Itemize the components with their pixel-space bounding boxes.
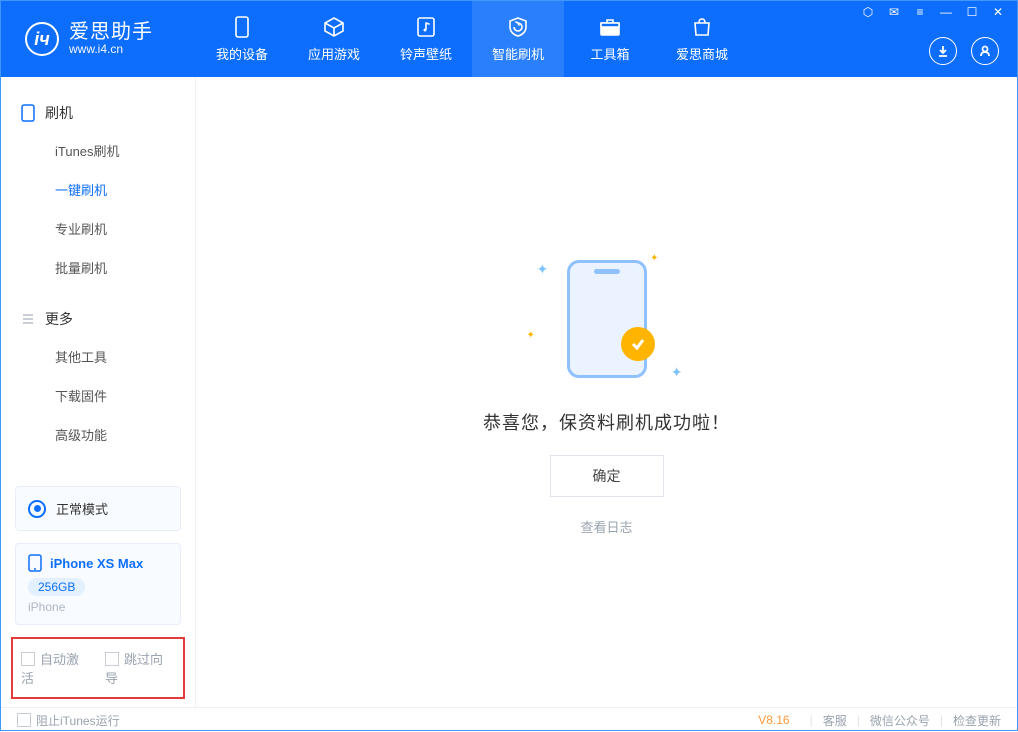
skip-guide-checkbox[interactable]: 跳过向导 (105, 649, 175, 687)
bag-icon (689, 16, 715, 38)
checkbox-icon (17, 713, 31, 727)
nav-tab-ringtones[interactable]: 铃声壁纸 (380, 1, 472, 77)
checkbox-icon (105, 652, 119, 666)
device-icon (229, 16, 255, 38)
maximize-button[interactable]: ☐ (963, 5, 981, 19)
nav-label: 我的设备 (216, 44, 268, 63)
status-bar: 阻止iTunes运行 V8.16 | 客服 | 微信公众号 | 检查更新 (1, 707, 1017, 732)
cube-icon (321, 16, 347, 38)
window-controls: ⬡ ✉ ≡ — ☐ ✕ (859, 1, 1007, 23)
sidebar-item-batch-flash[interactable]: 批量刷机 (1, 248, 195, 287)
logo-area: iч 爱思助手 www.i4.cn (1, 1, 196, 77)
version-label: V8.16 (758, 713, 789, 727)
device-info-card[interactable]: iPhone XS Max 256GB iPhone (15, 543, 181, 625)
nav-tab-apps-games[interactable]: 应用游戏 (288, 1, 380, 77)
phone-icon (28, 554, 42, 572)
list-icon (21, 312, 35, 326)
sidebar-group-label: 刷机 (45, 103, 73, 123)
options-highlight-box: 自动激活 跳过向导 (11, 637, 185, 699)
download-button[interactable] (929, 37, 957, 65)
minimize-button[interactable]: — (937, 5, 955, 19)
header-right-icons (929, 37, 999, 65)
device-type: iPhone (28, 600, 168, 614)
app-url: www.i4.cn (69, 43, 153, 56)
sidebar-item-itunes-flash[interactable]: iTunes刷机 (1, 131, 195, 170)
content-area: ✦ ✦ ✦ ✦ 恭喜您，保资料刷机成功啦！ 确定 查看日志 (196, 77, 1017, 707)
nav-tab-smart-flash[interactable]: 智能刷机 (472, 1, 564, 77)
sparkle-icon: ✦ (671, 364, 683, 381)
support-link[interactable]: 客服 (823, 712, 847, 729)
nav-tab-toolbox[interactable]: 工具箱 (564, 1, 656, 77)
app-header: iч 爱思助手 www.i4.cn 我的设备 应用游戏 铃声壁纸 智能刷机 工具… (1, 1, 1017, 77)
sparkle-icon: ✦ (527, 330, 535, 341)
sidebar-item-download-firmware[interactable]: 下载固件 (1, 376, 195, 415)
auto-activate-checkbox[interactable]: 自动激活 (21, 649, 91, 687)
success-illustration: ✦ ✦ ✦ ✦ (527, 249, 687, 389)
nav-label: 应用游戏 (308, 44, 360, 63)
device-status-card[interactable]: 正常模式 (15, 486, 181, 531)
sidebar-item-pro-flash[interactable]: 专业刷机 (1, 209, 195, 248)
phone-icon (21, 104, 35, 122)
sidebar-item-other-tools[interactable]: 其他工具 (1, 337, 195, 376)
app-logo-icon: iч (25, 22, 59, 56)
wechat-link[interactable]: 微信公众号 (870, 712, 930, 729)
check-update-link[interactable]: 检查更新 (953, 712, 1001, 729)
feedback-icon[interactable]: ✉ (885, 5, 903, 19)
close-button[interactable]: ✕ (989, 5, 1007, 19)
sidebar-item-oneclick-flash[interactable]: 一键刷机 (1, 170, 195, 209)
shirt-icon[interactable]: ⬡ (859, 5, 877, 19)
toolbox-icon (597, 16, 623, 38)
sidebar-group-more: 更多 (1, 301, 195, 337)
device-capacity: 256GB (28, 578, 85, 596)
nav-label: 工具箱 (590, 44, 629, 63)
success-check-icon (621, 327, 655, 361)
sidebar-group-flash: 刷机 (1, 95, 195, 131)
checkbox-icon (21, 652, 35, 666)
sparkle-icon: ✦ (650, 253, 658, 264)
success-message: 恭喜您，保资料刷机成功啦！ (483, 409, 730, 435)
device-name: iPhone XS Max (50, 556, 143, 571)
menu-icon[interactable]: ≡ (911, 5, 929, 19)
main-area: 刷机 iTunes刷机 一键刷机 专业刷机 批量刷机 更多 其他工具 下载固件 … (1, 77, 1017, 707)
checkbox-label: 阻止iTunes运行 (36, 714, 120, 728)
app-name: 爱思助手 (69, 21, 153, 43)
user-button[interactable] (971, 37, 999, 65)
nav-tab-store[interactable]: 爱思商城 (656, 1, 748, 77)
status-mode-label: 正常模式 (56, 499, 108, 518)
block-itunes-checkbox[interactable]: 阻止iTunes运行 (17, 712, 120, 729)
sparkle-icon: ✦ (537, 261, 549, 278)
nav-tabs: 我的设备 应用游戏 铃声壁纸 智能刷机 工具箱 爱思商城 (196, 1, 748, 77)
sidebar: 刷机 iTunes刷机 一键刷机 专业刷机 批量刷机 更多 其他工具 下载固件 … (1, 77, 196, 707)
view-log-link[interactable]: 查看日志 (580, 517, 632, 536)
confirm-button[interactable]: 确定 (550, 455, 664, 497)
nav-tab-my-device[interactable]: 我的设备 (196, 1, 288, 77)
nav-label: 爱思商城 (676, 44, 728, 63)
sidebar-group-label: 更多 (45, 309, 73, 329)
status-indicator-icon (28, 500, 46, 518)
music-file-icon (413, 16, 439, 38)
nav-label: 铃声壁纸 (400, 44, 452, 63)
sidebar-item-advanced[interactable]: 高级功能 (1, 415, 195, 454)
nav-label: 智能刷机 (492, 44, 544, 63)
refresh-shield-icon (505, 16, 531, 38)
